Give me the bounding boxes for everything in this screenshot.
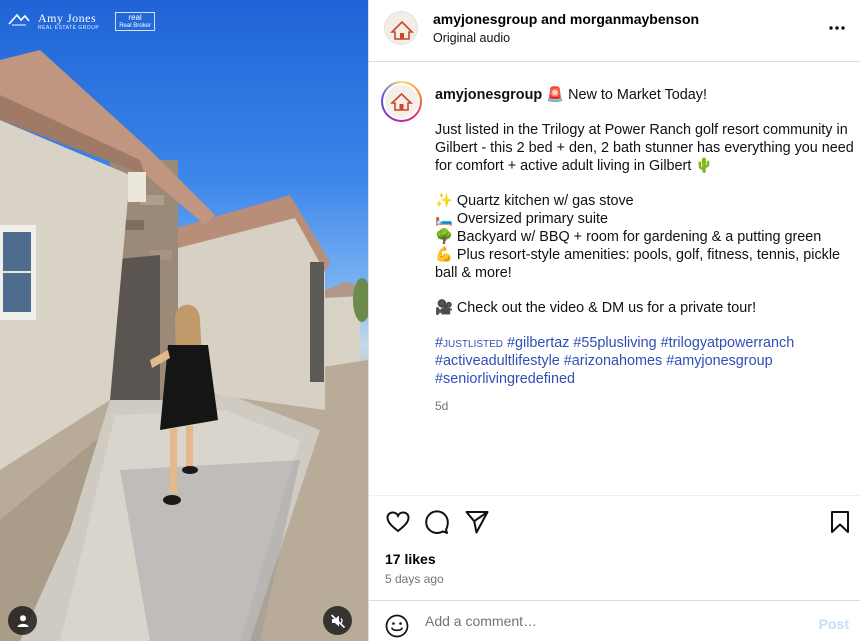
caption-username[interactable]: amyjonesgroup <box>435 87 542 103</box>
caption-cta: 🎥 Check out the video & DM us for a priv… <box>435 300 757 316</box>
caption-headline: 🚨 New to Market Today! <box>546 87 707 103</box>
hashtag-link[interactable]: #gilbertaz <box>507 335 569 351</box>
caption-bullet: 🛏️ Oversized primary suite <box>435 211 609 227</box>
caption-bullet: 💪 Plus resort-style amenities: pools, go… <box>435 247 841 281</box>
audio-label[interactable]: Original audio <box>433 31 510 45</box>
brand-name: Amy Jones <box>38 11 97 25</box>
likes-count[interactable]: 17 likes <box>385 551 436 567</box>
broker-badge-main: real <box>128 13 142 22</box>
hashtag-link[interactable]: #activeadultlifestyle <box>435 353 560 369</box>
hashtag-link[interactable]: #trilogyatpowerranch <box>661 335 795 351</box>
brand-watermark: Amy Jones REAL ESTATE GROUP real Real Br… <box>8 11 155 32</box>
smiley-icon[interactable] <box>385 614 409 638</box>
post-comment-button[interactable]: Post <box>819 616 849 632</box>
brand-subtitle: REAL ESTATE GROUP <box>38 25 100 31</box>
tagged-users-button[interactable] <box>8 606 37 635</box>
more-horizontal-icon[interactable] <box>828 22 846 34</box>
post-authors[interactable]: amyjonesgroup and morganmaybenson <box>433 11 699 27</box>
caption-avatar[interactable] <box>381 81 422 122</box>
caption-paragraph: Just listed in the Trilogy at Power Ranc… <box>435 122 854 174</box>
post-header: amyjonesgroup and morganmaybenson Origin… <box>369 0 860 62</box>
caption-bullet: 🌳 Backyard w/ BBQ + room for gardening &… <box>435 229 822 245</box>
speaker-muted-icon <box>330 613 345 628</box>
broker-badge-sub: Real Broker <box>119 22 151 29</box>
post-actions <box>369 497 860 547</box>
house-scene-image <box>0 50 368 641</box>
hashtag-link[interactable]: #justlisted <box>435 335 503 351</box>
mute-toggle-button[interactable] <box>323 606 352 635</box>
send-icon[interactable] <box>464 509 490 535</box>
caption-timestamp[interactable]: 5d <box>435 399 448 413</box>
comment-input[interactable] <box>425 613 785 629</box>
hashtag-link[interactable]: #55plusliving <box>573 335 656 351</box>
post-date: 5 days ago <box>385 572 444 586</box>
comment-icon[interactable] <box>424 509 450 535</box>
caption-text: amyjonesgroup 🚨 New to Market Today! Jus… <box>435 86 855 388</box>
house-avatar-icon <box>385 12 417 44</box>
post-caption: amyjonesgroup 🚨 New to Market Today! Jus… <box>369 62 860 496</box>
caption-bullet: ✨ Quartz kitchen w/ gas stove <box>435 193 634 209</box>
hashtag-link[interactable]: #arizonahomes <box>564 353 662 369</box>
post-media-video[interactable]: Amy Jones REAL ESTATE GROUP real Real Br… <box>0 0 368 641</box>
house-logo-icon <box>8 13 30 26</box>
user-icon <box>17 614 28 627</box>
hashtag-link[interactable]: #amyjonesgroup <box>666 353 772 369</box>
comment-bar: Post <box>369 600 860 641</box>
bookmark-icon[interactable] <box>827 509 853 535</box>
post-side-panel: amyjonesgroup and morganmaybenson Origin… <box>368 0 860 641</box>
hashtag-link[interactable]: #seniorlivingredefined <box>435 371 575 387</box>
house-avatar-icon <box>389 92 414 111</box>
broker-badge: real Real Broker <box>115 12 155 32</box>
heart-icon[interactable] <box>385 509 411 535</box>
author-avatar[interactable] <box>384 11 418 45</box>
